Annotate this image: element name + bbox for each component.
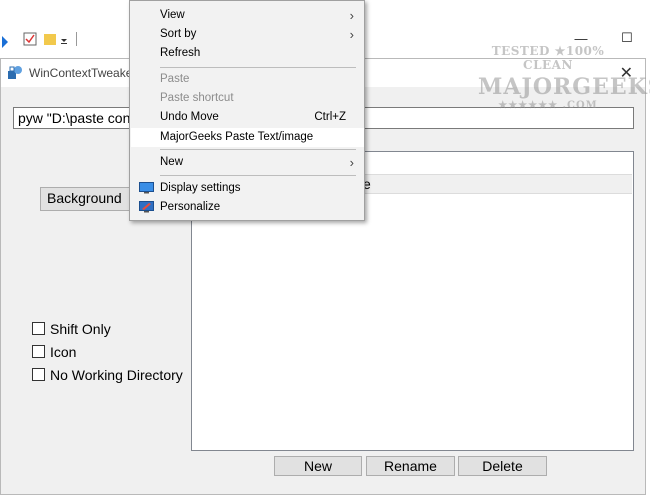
menu-item-label: View xyxy=(160,9,185,21)
menu-item-label: Sort by xyxy=(160,28,197,40)
menu-separator xyxy=(160,149,356,150)
menu-item-label: Paste shortcut xyxy=(160,92,234,104)
no-working-directory-option[interactable]: No Working Directory xyxy=(32,363,183,386)
no-working-directory-label: No Working Directory xyxy=(50,366,183,383)
watermark-line2: MAJORGEEKS xyxy=(478,74,650,100)
menu-item-label: Undo Move xyxy=(160,111,219,123)
options-group: Shift Only Icon No Working Directory xyxy=(32,317,183,386)
menu-item-paste[interactable]: Paste xyxy=(131,70,364,89)
delete-button[interactable]: Delete xyxy=(458,456,547,476)
icon-label: Icon xyxy=(50,343,77,360)
menu-item-shortcut: Ctrl+Z xyxy=(314,111,346,123)
menu-item-view[interactable]: View › xyxy=(131,6,364,25)
menu-item-undo-move[interactable]: Undo Move Ctrl+Z xyxy=(131,108,364,127)
icon-checkbox[interactable] xyxy=(32,345,45,358)
menu-separator xyxy=(160,67,356,68)
quick-access-icons xyxy=(2,32,77,48)
no-working-directory-checkbox[interactable] xyxy=(32,368,45,381)
menu-item-label: Personalize xyxy=(160,201,221,213)
rename-button[interactable]: Rename xyxy=(366,456,455,476)
menu-item-display-settings[interactable]: Display settings xyxy=(131,179,364,198)
menu-item-personalize[interactable]: Personalize xyxy=(131,198,364,217)
menu-item-paste-shortcut[interactable]: Paste shortcut xyxy=(131,89,364,108)
desktop-context-menu: View › Sort by › Refresh Paste Paste sho… xyxy=(129,0,365,221)
display-icon xyxy=(139,182,154,194)
icon-option[interactable]: Icon xyxy=(32,340,183,363)
new-button[interactable]: New xyxy=(274,456,362,476)
watermark-line3: ★★★★★★ .COM xyxy=(498,100,598,111)
menu-item-label: Refresh xyxy=(160,47,201,59)
watermark-line1: TESTED ★100% CLEAN xyxy=(491,44,605,72)
chevron-right-icon: › xyxy=(349,27,354,42)
menu-item-sort-by[interactable]: Sort by › xyxy=(131,25,364,44)
app-icon xyxy=(7,65,23,81)
majorgeeks-watermark: TESTED ★100% CLEAN MAJORGEEKS ★★★★★★ .CO… xyxy=(478,44,650,124)
menu-item-label: MajorGeeks Paste Text/image xyxy=(160,131,314,143)
explorer-quick-access-toolbar xyxy=(0,28,130,50)
shift-only-checkbox[interactable] xyxy=(32,322,45,335)
chevron-right-icon: › xyxy=(349,8,354,23)
menu-item-majorgeeks-paste[interactable]: MajorGeeks Paste Text/image xyxy=(131,128,364,147)
location-select[interactable]: Background xyxy=(40,187,140,211)
menu-item-label: New xyxy=(160,156,184,168)
menu-item-label: Display settings xyxy=(160,182,241,194)
menu-item-refresh[interactable]: Refresh xyxy=(131,44,364,63)
personalize-icon xyxy=(139,201,154,213)
shift-only-option[interactable]: Shift Only xyxy=(32,317,183,340)
menu-item-label: Paste xyxy=(160,73,190,85)
window-title: WinContextTweaker xyxy=(29,66,137,80)
menu-separator xyxy=(160,175,356,176)
chevron-right-icon: › xyxy=(349,155,354,170)
shift-only-label: Shift Only xyxy=(50,320,111,337)
menu-item-new[interactable]: New › xyxy=(131,153,364,172)
